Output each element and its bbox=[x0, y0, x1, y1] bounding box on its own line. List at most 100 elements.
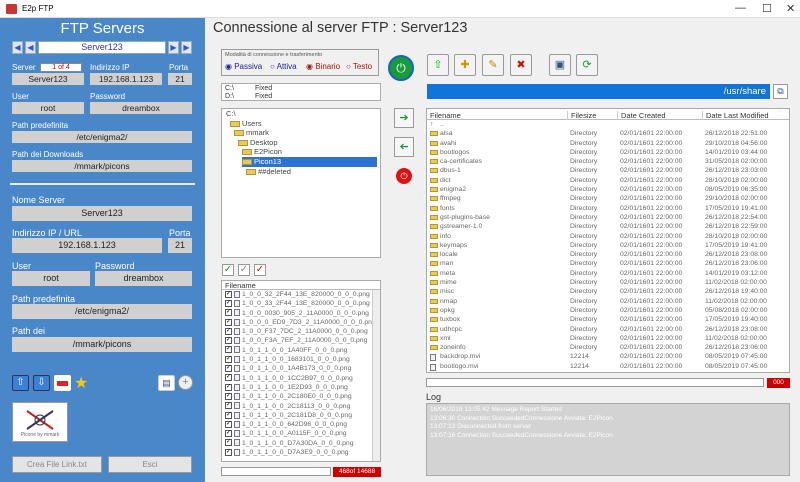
local-file-row[interactable]: ✓ 1_0_1_1_0_0_2C18113_0_0_0.png bbox=[225, 402, 380, 411]
remote-file-row[interactable]: man Directory 02/01/1601 22:00:00 26/12/201… bbox=[427, 259, 789, 268]
upload-arrow-icon[interactable]: ➔ bbox=[394, 108, 414, 128]
remote-file-row[interactable]: opkg Directory 02/01/1601 22:00:00 05/08/20… bbox=[427, 306, 789, 315]
checkbox-icon[interactable]: ✓ bbox=[225, 337, 232, 345]
maximize-icon[interactable]: ☐ bbox=[762, 2, 772, 15]
local-file-row[interactable]: ✓ 1_0_1_1_0_0_642D96_0_0_0.png bbox=[225, 420, 380, 429]
remote-file-row[interactable]: fonts Directory 02/01/1601 22:00:00 17/05/2… bbox=[427, 204, 789, 213]
download-arrow-icon[interactable]: ➔ bbox=[394, 137, 414, 157]
name-server-input[interactable]: Server123 bbox=[12, 206, 192, 221]
device-icon[interactable]: ▣ bbox=[549, 54, 571, 76]
checkbox-icon[interactable]: ✓ bbox=[225, 402, 232, 410]
local-file-row[interactable]: ✓ 1_0_0_0_ED9_7D3_2_11A0000_0_0_0.png bbox=[225, 318, 380, 327]
local-file-row[interactable]: ✓ 1_0_1_1_0_0_1A4B173_0_0_0.png bbox=[225, 364, 380, 373]
remote-file-row[interactable]: keymaps Directory 02/01/1601 22:00:00 17/05… bbox=[427, 241, 789, 250]
drive-d[interactable]: D:\ bbox=[225, 93, 234, 100]
exit-button[interactable]: Esci bbox=[108, 456, 192, 473]
move-up-icon[interactable]: ⇧ bbox=[12, 375, 29, 391]
local-file-row[interactable]: ✓ 1_0_1_1_0_0_2C181D8_0_0_0.png bbox=[225, 411, 380, 420]
remote-file-row[interactable]: dict Directory 02/01/1601 22:00:00 28/10/20… bbox=[427, 176, 789, 185]
refresh-icon[interactable]: ⟳ bbox=[576, 54, 598, 76]
path-input[interactable]: /etc/enigma2/ bbox=[12, 304, 192, 319]
password-input[interactable]: dreambox bbox=[95, 271, 192, 286]
local-file-row[interactable]: ✓ 1_0_0_33_2F44_13E_820000_0_0_0.png bbox=[225, 299, 380, 308]
checkbox-icon[interactable]: ✓ bbox=[225, 290, 232, 298]
tree-item[interactable]: Users bbox=[230, 119, 377, 129]
drive-c[interactable]: C:\ bbox=[225, 85, 234, 92]
col-filesize[interactable]: Filesize bbox=[567, 111, 596, 120]
remote-file-row[interactable]: backdrop.mvi 12214 02/01/1601 22:00:00 08/0… bbox=[427, 352, 789, 362]
checkbox-icon[interactable]: ✓ bbox=[225, 318, 232, 326]
checkbox-icon[interactable]: ✓ bbox=[225, 300, 232, 307]
mode-passiva[interactable]: ◉ Passiva bbox=[225, 62, 262, 71]
local-file-row[interactable]: ✓ 1_0_1_1_0_0_1CC2B97_0_0_0.png bbox=[225, 374, 380, 383]
remote-file-list[interactable]: Filename Filesize Date Created Date Last… bbox=[426, 108, 790, 373]
remote-file-row[interactable]: udhcpc Directory 02/01/1601 22:00:00 26/12/… bbox=[427, 325, 789, 334]
local-file-row[interactable]: ✓ 1_0_0_F37_7DC_2_11A0000_0_0_0.png bbox=[225, 327, 380, 336]
copy-path-icon[interactable]: ⧉ bbox=[773, 84, 788, 99]
local-file-list[interactable]: Filename ✓ 1_0_0_32_2F44_13E_820000_0_0_0… bbox=[221, 280, 381, 462]
remote-file-row[interactable]: gst-plugins-base Directory 02/01/1601 22:0… bbox=[427, 213, 789, 222]
tree-item[interactable]: ##deleted bbox=[246, 167, 377, 177]
local-file-row[interactable]: ✓ 1_0_0_32_2F44_13E_820000_0_0_0.png bbox=[225, 290, 380, 299]
last-server-icon[interactable]: ▶ bbox=[181, 41, 192, 54]
remote-file-row[interactable]: info Directory 02/01/1601 22:00:00 28/10/20… bbox=[427, 232, 789, 241]
mode-testo[interactable]: ○ Testo bbox=[346, 62, 372, 71]
checkbox-icon[interactable]: ✓ bbox=[225, 439, 232, 447]
rename-icon[interactable]: ✎ bbox=[482, 54, 504, 76]
remote-file-row[interactable]: enigma2 Directory 02/01/1601 22:00:00 08/05… bbox=[427, 185, 789, 194]
remote-file-row[interactable]: misc Directory 02/01/1601 22:00:00 26/12/20… bbox=[427, 287, 789, 296]
remote-file-row[interactable]: gstreamer-1.0 Directory 02/01/1601 22:00:0… bbox=[427, 222, 789, 231]
checkbox-icon[interactable]: ✓ bbox=[225, 392, 232, 400]
tree-item[interactable]: C:\ bbox=[226, 109, 377, 119]
mode-binario[interactable]: ◉ Binario bbox=[306, 62, 340, 71]
tree-item[interactable]: Desktop bbox=[238, 138, 377, 148]
favorite-icon[interactable]: ★ bbox=[74, 373, 88, 393]
checkbox-icon[interactable]: ✓ bbox=[225, 355, 232, 363]
check-none-icon[interactable]: ✓ bbox=[238, 264, 250, 276]
remote-row-parent[interactable]: .. ↑ bbox=[427, 120, 789, 129]
remote-file-row[interactable]: xml Directory 02/01/1601 22:00:00 11/02/201… bbox=[427, 334, 789, 343]
move-down-icon[interactable]: ⇩ bbox=[33, 375, 50, 391]
remote-file-row[interactable]: bootlogo_wait.mvi 12214 02/01/1601 22:00:0… bbox=[427, 371, 789, 372]
checkbox-icon[interactable]: ✓ bbox=[225, 374, 232, 382]
downloads-path-input[interactable]: /mmark/picons bbox=[12, 337, 192, 352]
delete-icon[interactable]: ✖ bbox=[510, 54, 532, 76]
port-input[interactable]: 21 bbox=[168, 238, 192, 253]
checkbox-icon[interactable]: ✓ bbox=[225, 309, 232, 317]
col-date-created[interactable]: Date Created bbox=[617, 111, 666, 120]
local-file-row[interactable]: ✓ 1_0_0_0030_905_2_11A0000_0_0_0.png bbox=[225, 309, 380, 318]
new-document-icon[interactable]: ▤ bbox=[158, 375, 175, 391]
checkbox-icon[interactable]: ✓ bbox=[225, 346, 232, 354]
server-selector[interactable]: Server123 bbox=[38, 41, 166, 54]
local-file-row[interactable]: ✓ 1_0_0_F3A_7EF_2_11A0000_0_0_0.png bbox=[225, 336, 380, 345]
checkbox-icon[interactable]: ✓ bbox=[225, 448, 232, 456]
remote-file-row[interactable]: locale Directory 02/01/1601 22:00:00 26/12/… bbox=[427, 250, 789, 259]
checkbox-icon[interactable]: ✓ bbox=[225, 430, 232, 438]
tree-item[interactable]: mmark bbox=[234, 128, 377, 138]
checkbox-icon[interactable]: ✓ bbox=[225, 327, 232, 335]
local-file-row[interactable]: ✓ 1_0_1_1_0_0_2C180E0_0_0_0.png bbox=[225, 392, 380, 401]
local-file-row[interactable]: ✓ 1_0_1_1_0_0_1683101_0_0_0.png bbox=[225, 355, 380, 364]
local-file-row[interactable]: ✓ 1_0_1_1_0_0_1E2D93_0_0_0.png bbox=[225, 383, 380, 392]
checkbox-icon[interactable]: ✓ bbox=[225, 420, 232, 428]
drive-list[interactable]: C:\ Fixed D:\ Fixed bbox=[221, 83, 381, 101]
remote-file-row[interactable]: alsa Directory 02/01/1601 22:00:00 26/12/20… bbox=[427, 129, 789, 138]
folder-tree[interactable]: C:\ Users mmark Desktop E2Picon Picon13 … bbox=[221, 108, 381, 258]
checkbox-icon[interactable]: ✓ bbox=[225, 411, 232, 419]
local-file-row[interactable]: ✓ 1_0_1_1_0_0_D7A30DA_0_0_0.png bbox=[225, 439, 380, 448]
remote-file-row[interactable]: meta Directory 02/01/1601 22:00:00 14/01/20… bbox=[427, 269, 789, 278]
close-icon[interactable]: ✕ bbox=[786, 2, 795, 15]
local-scrollbar[interactable] bbox=[372, 290, 380, 461]
remote-file-row[interactable]: bootlogo.mvi 12214 02/01/1601 22:00:00 08/0… bbox=[427, 362, 789, 371]
connect-icon[interactable]: ⏻ bbox=[388, 55, 414, 81]
next-server-icon[interactable]: ▶ bbox=[168, 41, 179, 54]
prev-server-icon[interactable]: ◀ bbox=[25, 41, 36, 54]
add-server-icon[interactable]: + bbox=[178, 375, 193, 390]
check-all-icon[interactable]: ✓ bbox=[222, 264, 234, 276]
local-file-row[interactable]: ✓ 1_0_1_1_0_0_A0115F_0_0_0.png bbox=[225, 429, 380, 438]
col-filename[interactable]: Filename bbox=[430, 111, 461, 120]
tree-item-selected[interactable]: Picon13 bbox=[242, 156, 377, 167]
local-file-row[interactable]: ✓ 1_0_1_1_0_0_D7A3E9_0_0_0.png bbox=[225, 448, 380, 457]
tree-item[interactable]: E2Picon bbox=[242, 147, 377, 157]
remote-file-row[interactable]: ca-certificates Directory 02/01/1601 22:00… bbox=[427, 157, 789, 166]
